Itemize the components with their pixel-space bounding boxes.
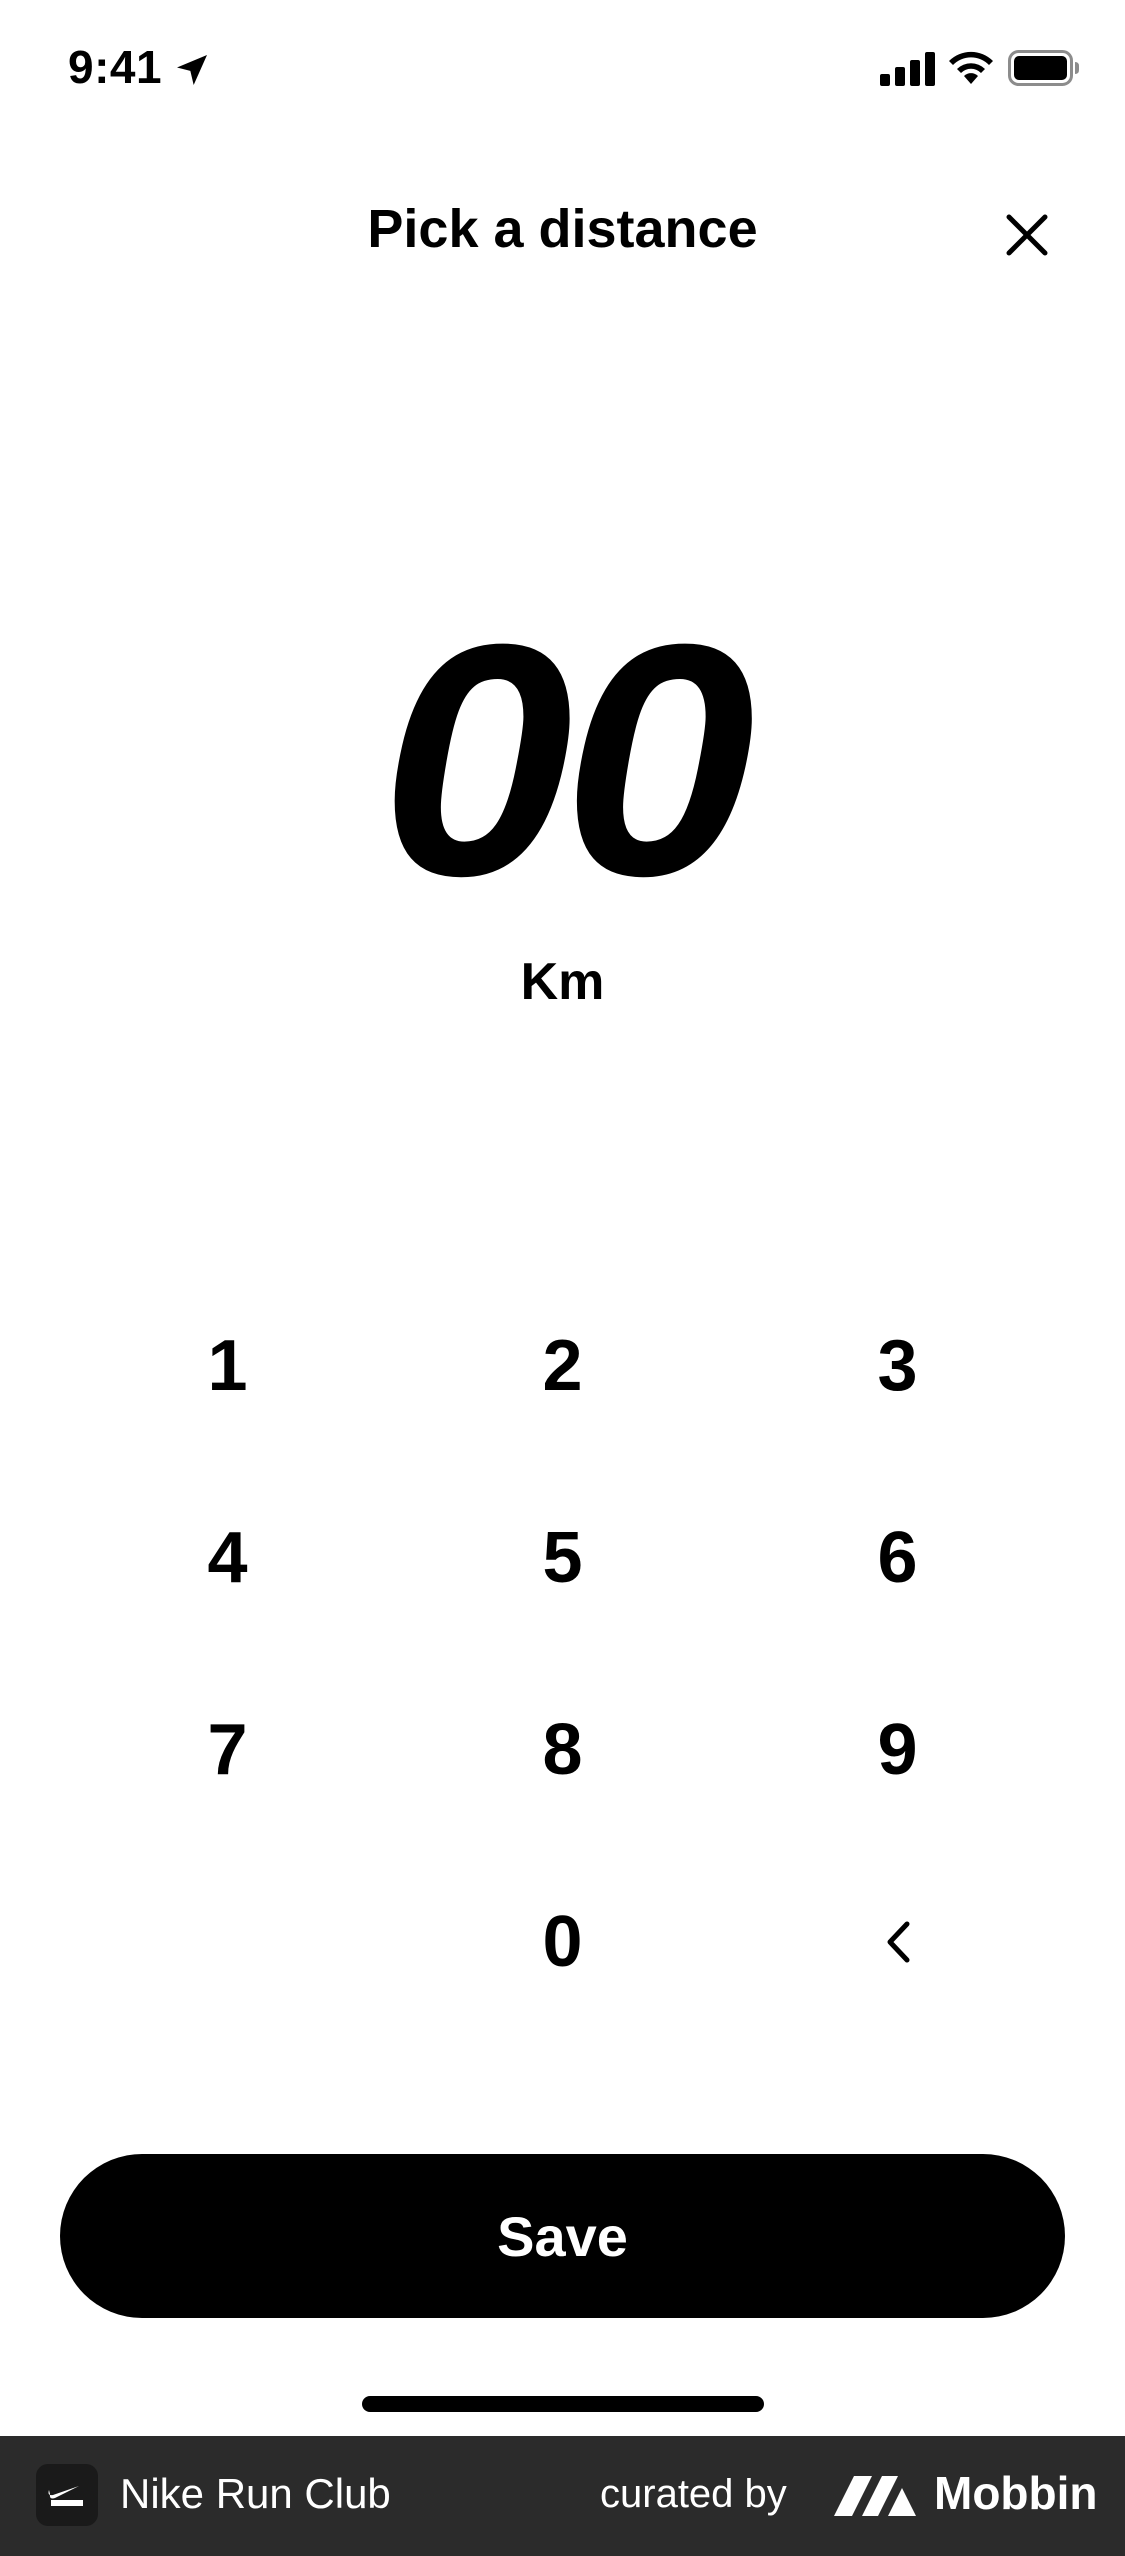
key-empty <box>60 1846 395 2038</box>
battery-icon <box>1008 50 1079 86</box>
key-5[interactable]: 5 <box>395 1462 730 1654</box>
swoosh-icon <box>48 2486 83 2506</box>
status-time: 9:41 <box>68 41 163 93</box>
distance-value: 00 <box>380 575 755 944</box>
numeric-keypad: 1 2 3 4 5 6 7 8 9 0 <box>60 1270 1065 2038</box>
close-icon <box>1006 214 1048 256</box>
signal-icon <box>880 52 935 86</box>
wifi-icon <box>949 51 993 84</box>
distance-unit: Km <box>520 953 605 1011</box>
key-0[interactable]: 0 <box>395 1846 730 2038</box>
key-7[interactable]: 7 <box>60 1654 395 1846</box>
key-1[interactable]: 1 <box>60 1270 395 1462</box>
page-title: Pick a distance <box>367 199 758 259</box>
curated-by-label: curated by <box>600 2472 787 2516</box>
mobbin-brand: Mobbin <box>934 2467 1098 2519</box>
key-3[interactable]: 3 <box>730 1270 1065 1462</box>
app-name: Nike Run Club <box>120 2470 391 2517</box>
mobbin-logo-icon <box>834 2476 916 2516</box>
keypad-row: 7 8 9 <box>60 1654 1065 1846</box>
chevron-left-icon <box>887 1921 909 1963</box>
keypad-row: 4 5 6 <box>60 1462 1065 1654</box>
footer-banner: Nike Run Club curated by Mobbin <box>0 2436 1125 2556</box>
keypad-row: 0 <box>60 1846 1065 2038</box>
keypad-row: 1 2 3 <box>60 1270 1065 1462</box>
key-6[interactable]: 6 <box>730 1462 1065 1654</box>
save-button[interactable]: Save <box>60 2154 1065 2318</box>
key-2[interactable]: 2 <box>395 1270 730 1462</box>
key-8[interactable]: 8 <box>395 1654 730 1846</box>
home-indicator[interactable] <box>362 2396 764 2412</box>
location-arrow-icon <box>177 55 207 85</box>
key-4[interactable]: 4 <box>60 1462 395 1654</box>
backspace-key[interactable] <box>730 1846 1065 2038</box>
close-button[interactable] <box>990 198 1064 272</box>
status-bar: 9:41 <box>0 0 1125 140</box>
app-logo <box>36 2464 98 2526</box>
key-9[interactable]: 9 <box>730 1654 1065 1846</box>
